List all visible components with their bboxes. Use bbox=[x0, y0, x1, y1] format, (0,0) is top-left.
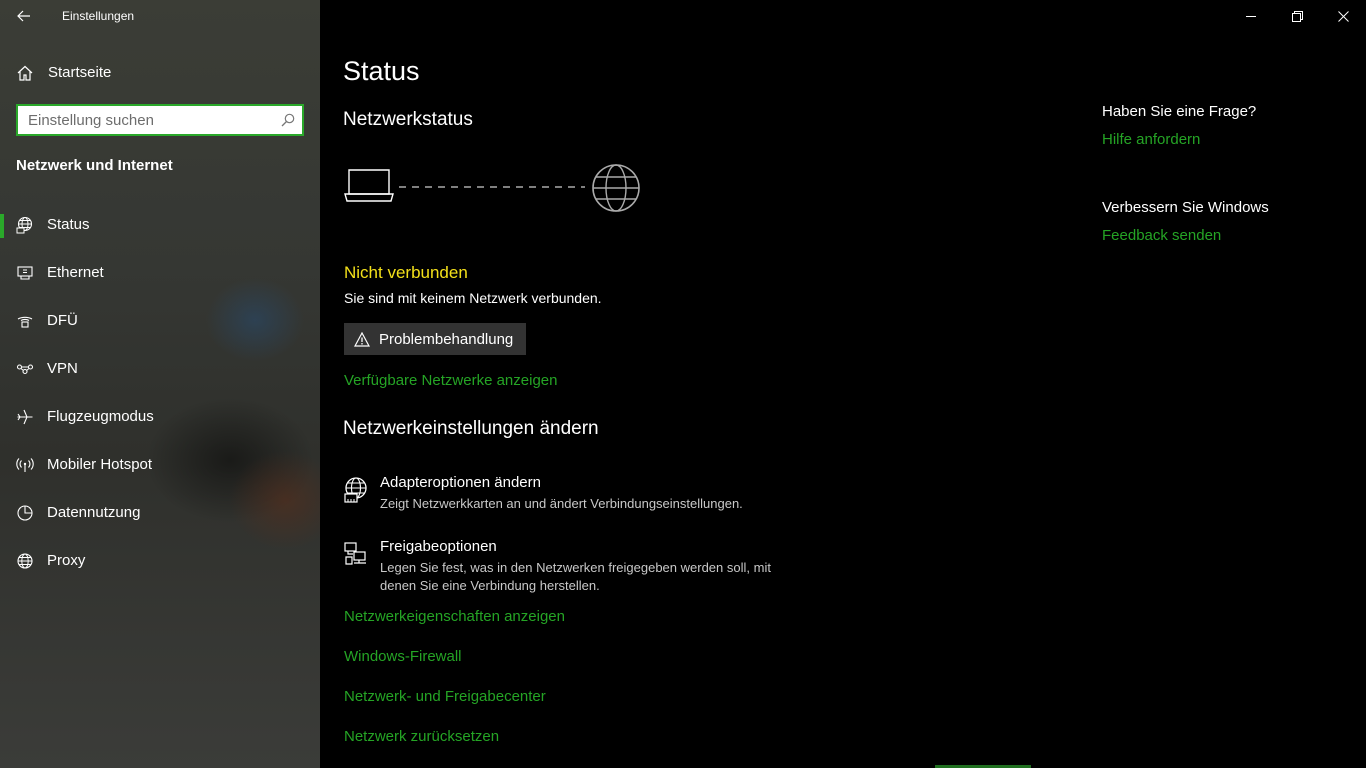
sidebar-item-label: Mobiler Hotspot bbox=[47, 456, 153, 473]
search-icon[interactable] bbox=[281, 113, 295, 127]
network-status-graphic bbox=[344, 164, 640, 212]
home-icon bbox=[17, 65, 33, 81]
sidebar-item-ethernet[interactable]: Ethernet bbox=[0, 252, 320, 300]
sidebar-nav: Status Ethernet DFÜ VPN Flugzeugmodus Mo… bbox=[0, 204, 320, 588]
arrow-left-icon bbox=[17, 10, 30, 22]
sidebar-item-label: Flugzeugmodus bbox=[47, 408, 154, 425]
sidebar-item-label: Datennutzung bbox=[47, 504, 141, 521]
ethernet-icon bbox=[17, 266, 33, 280]
airplane-icon bbox=[17, 409, 33, 425]
minimize-icon bbox=[1246, 16, 1256, 17]
change-settings-heading: Netzwerkeinstellungen ändern bbox=[343, 418, 599, 439]
home-link[interactable]: Startseite bbox=[0, 56, 320, 90]
restore-button[interactable] bbox=[1274, 0, 1320, 32]
network-reset-link[interactable]: Netzwerk zurücksetzen bbox=[344, 728, 499, 745]
adapter-options[interactable]: Adapteroptionen ändern Zeigt Netzwerkkar… bbox=[342, 474, 822, 518]
improve-heading: Verbessern Sie Windows bbox=[1102, 199, 1269, 216]
sidebar-item-datausage[interactable]: Datennutzung bbox=[0, 492, 320, 540]
sharing-icon bbox=[344, 542, 366, 565]
selected-indicator bbox=[0, 214, 4, 238]
globe-icon bbox=[17, 553, 33, 569]
search-input[interactable] bbox=[18, 106, 272, 134]
adapter-options-title: Adapteroptionen ändern bbox=[380, 474, 541, 491]
back-button[interactable] bbox=[10, 4, 38, 28]
dialup-icon bbox=[17, 316, 33, 328]
close-button[interactable] bbox=[1320, 0, 1366, 32]
window-controls bbox=[1228, 0, 1366, 32]
troubleshoot-button[interactable]: Problembehandlung bbox=[344, 323, 527, 355]
laptop-icon bbox=[344, 169, 394, 202]
network-status-heading: Netzwerkstatus bbox=[343, 109, 473, 130]
sharing-options-description: Legen Sie fest, was in den Netzwerken fr… bbox=[380, 560, 771, 593]
network-status-icon bbox=[16, 216, 33, 234]
sidebar-item-status[interactable]: Status bbox=[0, 204, 320, 252]
vpn-icon bbox=[16, 364, 34, 375]
sidebar-item-label: DFÜ bbox=[47, 312, 78, 329]
get-help-link[interactable]: Hilfe anfordern bbox=[1102, 131, 1200, 148]
network-sharing-center-link[interactable]: Netzwerk- und Freigabecenter bbox=[344, 688, 546, 705]
sidebar-item-label: Proxy bbox=[47, 552, 86, 569]
warning-icon bbox=[354, 331, 370, 347]
internet-globe-icon bbox=[592, 164, 640, 212]
page-title: Status bbox=[343, 56, 420, 86]
sidebar-item-hotspot[interactable]: Mobiler Hotspot bbox=[0, 444, 320, 492]
sidebar: Einstellungen Startseite Netzwerk und In… bbox=[0, 0, 320, 768]
sharing-options[interactable]: Freigabeoptionen Legen Sie fest, was in … bbox=[342, 538, 822, 594]
question-heading: Haben Sie eine Frage? bbox=[1102, 103, 1257, 120]
sidebar-item-label: VPN bbox=[47, 360, 78, 377]
sharing-options-title: Freigabeoptionen bbox=[380, 538, 497, 555]
search-box[interactable] bbox=[16, 104, 304, 136]
troubleshoot-label: Problembehandlung bbox=[379, 330, 514, 348]
sidebar-item-dfu[interactable]: DFÜ bbox=[0, 300, 320, 348]
feedback-link[interactable]: Feedback senden bbox=[1102, 227, 1221, 244]
network-properties-link[interactable]: Netzwerkeigenschaften anzeigen bbox=[344, 608, 565, 625]
sidebar-item-label: Status bbox=[47, 216, 90, 233]
section-title: Netzwerk und Internet bbox=[16, 157, 173, 174]
sidebar-item-vpn[interactable]: VPN bbox=[0, 348, 320, 396]
sidebar-item-label: Ethernet bbox=[47, 264, 104, 281]
data-usage-icon bbox=[17, 505, 33, 521]
home-label: Startseite bbox=[48, 64, 112, 81]
sidebar-item-proxy[interactable]: Proxy bbox=[0, 540, 320, 588]
restore-icon bbox=[1291, 10, 1303, 22]
hotspot-icon bbox=[16, 458, 34, 472]
windows-firewall-link[interactable]: Windows-Firewall bbox=[344, 648, 462, 665]
connection-description: Sie sind mit keinem Netzwerk verbunden. bbox=[344, 290, 602, 306]
adapter-icon bbox=[344, 477, 367, 503]
window-title: Einstellungen bbox=[62, 9, 135, 23]
available-networks-link[interactable]: Verfügbare Netzwerke anzeigen bbox=[344, 372, 557, 389]
close-icon bbox=[1337, 10, 1349, 22]
adapter-options-description: Zeigt Netzwerkkarten an und ändert Verbi… bbox=[380, 496, 743, 511]
connection-status: Nicht verbunden bbox=[344, 263, 468, 282]
main-content: Status Netzwerkstatus Nicht verbunden Si… bbox=[320, 0, 1366, 768]
minimize-button[interactable] bbox=[1228, 0, 1274, 32]
sidebar-item-airplane[interactable]: Flugzeugmodus bbox=[0, 396, 320, 444]
